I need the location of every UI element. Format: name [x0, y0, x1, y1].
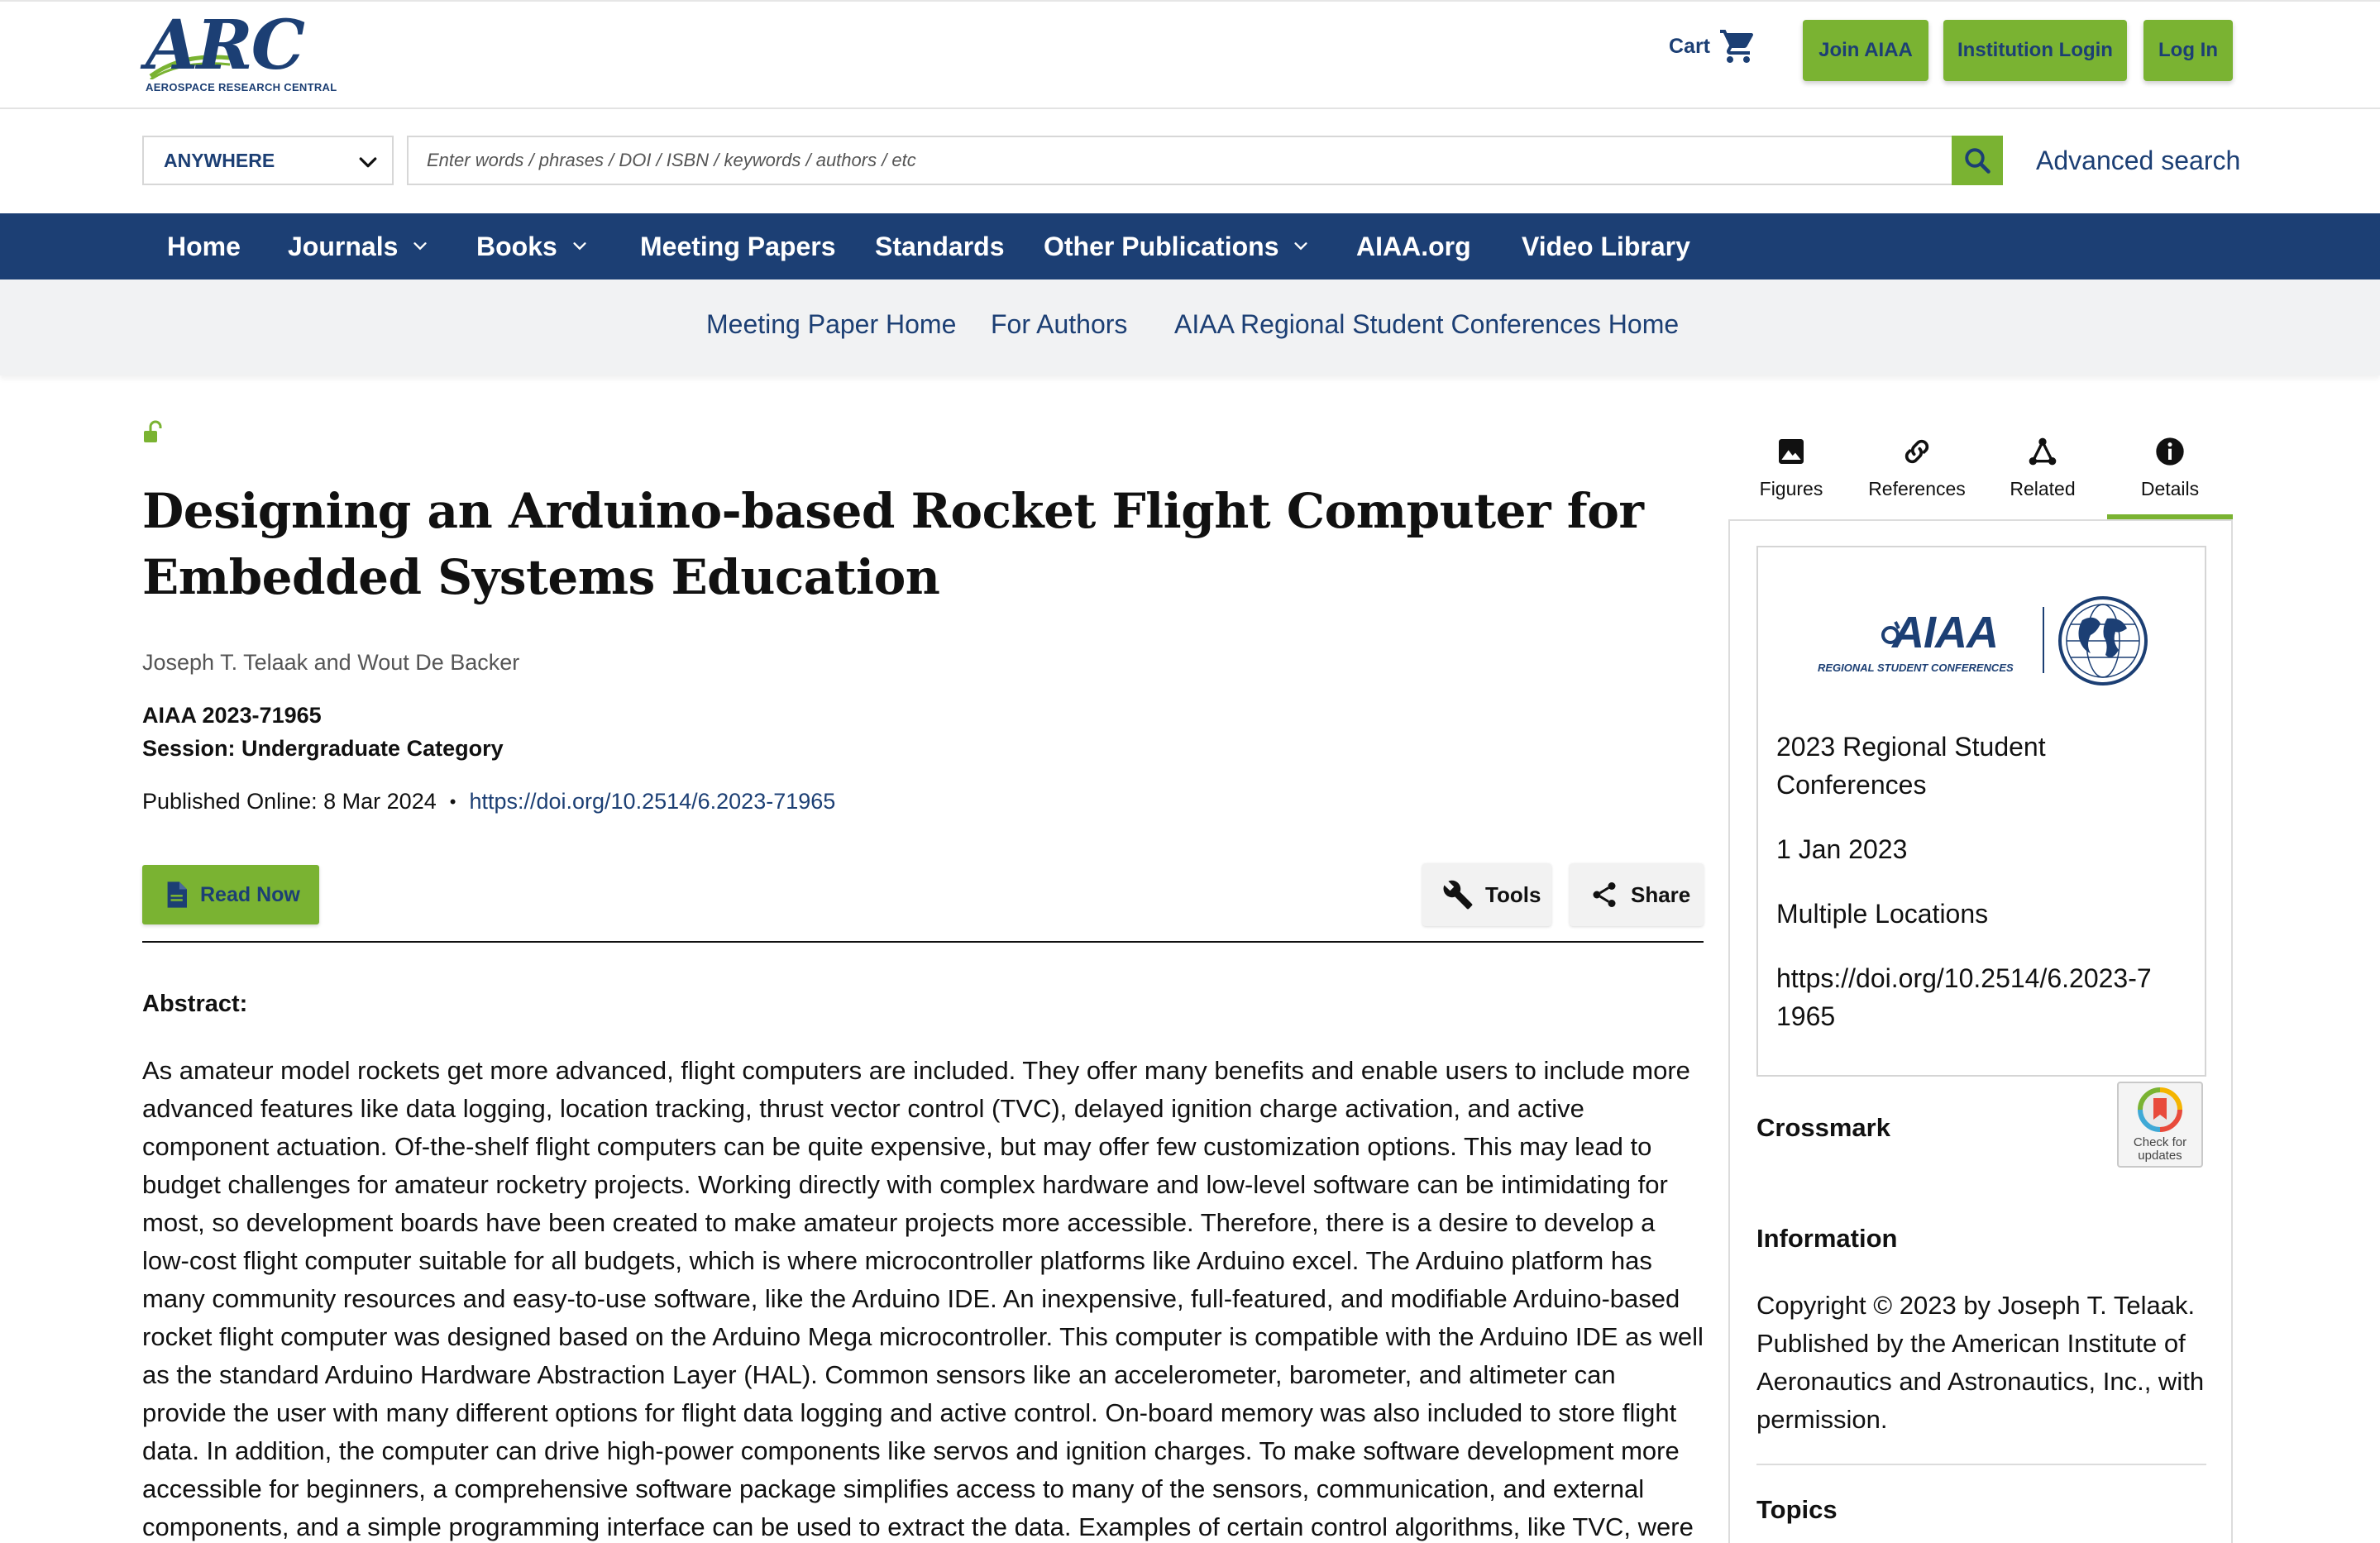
information-text: Copyright © 2023 by Joseph T. Telaak. Pu…: [1756, 1291, 2205, 1434]
aiaa-logo-text: AIAA: [1892, 608, 1999, 657]
tools-button[interactable]: Tools: [1422, 863, 1551, 926]
logo-text: ARC: [146, 6, 305, 85]
tab-related[interactable]: Related: [1980, 428, 2105, 519]
article-title: Designing an Arduino-based Rocket Flight…: [142, 483, 1644, 605]
logo-divider: [2043, 607, 2044, 673]
main-nav: Home Journals Books Meeting Papers Stand…: [0, 213, 2380, 279]
conference-date: 1 Jan 2023: [1776, 834, 1908, 864]
top-header: ARC AEROSPACE RESEARCH CENTRAL Cart Join…: [0, 0, 2380, 109]
conference-details-card: AIAA REGIONAL STUDENT CONFERENCES 2023 R…: [1756, 546, 2206, 1077]
share-label: Share: [1631, 881, 1691, 907]
sidebar-tabs: Figures References Related Details: [1728, 428, 2233, 519]
tab-label: Related: [2010, 478, 2076, 499]
nav-item-label: Meeting Papers: [640, 231, 836, 261]
published-date: Published Online: 8 Mar 2024: [142, 789, 437, 814]
share-icon: [1593, 882, 1616, 907]
link-icon: [1904, 439, 1929, 464]
nav-item-label: Journals: [288, 231, 399, 261]
crossmark-badge[interactable]: Check for updates: [2117, 1082, 2203, 1168]
cart-label: Cart: [1669, 34, 1711, 58]
read-now-button[interactable]: Read Now: [142, 865, 319, 924]
nav-item-aiaa-org[interactable]: AIAA.org: [1356, 213, 1471, 279]
search-input-wrap: [407, 136, 1953, 185]
nav-item-label: Other Publications: [1044, 231, 1279, 261]
tools-label: Tools: [1485, 881, 1541, 907]
chevron-down-icon: [413, 242, 427, 251]
join-aiaa-button[interactable]: Join AIAA: [1803, 20, 1928, 81]
subnav-meeting-paper-home[interactable]: Meeting Paper Home: [706, 309, 956, 340]
tab-figures[interactable]: Figures: [1728, 428, 1854, 519]
conference-location: Multiple Locations: [1776, 899, 1989, 929]
conference-logo: AIAA REGIONAL STUDENT CONFERENCES: [1818, 595, 2165, 686]
publication-line: Published Online: 8 Mar 2024 • https://d…: [142, 789, 835, 814]
network-icon: [2029, 437, 2057, 466]
tab-details[interactable]: Details: [2107, 428, 2233, 519]
tab-label: Figures: [1759, 478, 1823, 499]
read-now-label: Read Now: [200, 882, 300, 906]
wrench-icon: [1443, 880, 1473, 910]
search-row: ANYWHERE Advanced search: [0, 109, 2380, 213]
search-scope-select[interactable]: ANYWHERE: [142, 136, 394, 185]
information-divider: [1756, 1464, 2206, 1465]
article-authors[interactable]: Joseph T. Telaak and Wout De Backer: [142, 650, 519, 676]
cart-link[interactable]: Cart: [1669, 26, 1758, 66]
search-icon: [1965, 148, 1991, 174]
open-access-lock-icon: [144, 420, 162, 442]
nav-item-label: Video Library: [1522, 231, 1690, 261]
topics-heading: Topics: [1756, 1495, 1838, 1524]
nav-item-video-library[interactable]: Video Library: [1522, 213, 1690, 279]
article-divider: [142, 941, 1704, 943]
search-scope-value: ANYWHERE: [164, 149, 275, 171]
advanced-search-link[interactable]: Advanced search: [2036, 146, 2240, 176]
conference-doi[interactable]: https://doi.org/10.2514/6.2023-71965: [1776, 959, 2165, 1035]
subnav-for-authors[interactable]: For Authors: [991, 309, 1127, 340]
nav-item-label: Books: [476, 231, 557, 261]
nav-item-label: Standards: [875, 231, 1005, 261]
institution-login-button[interactable]: Institution Login: [1943, 20, 2127, 81]
doi-link[interactable]: https://doi.org/10.2514/6.2023-71965: [469, 789, 835, 814]
abstract-heading: Abstract:: [142, 991, 248, 1017]
chevron-down-icon: [359, 157, 377, 168]
aiaa-logo-subtitle: REGIONAL STUDENT CONFERENCES: [1818, 662, 2014, 674]
cart-icon: [1720, 30, 1754, 63]
chevron-down-icon: [1294, 242, 1308, 251]
nav-item-label: Home: [167, 231, 241, 261]
tab-label: References: [1868, 478, 1966, 499]
nav-item-other-publications[interactable]: Other Publications: [1044, 213, 1310, 279]
tab-label: Details: [2140, 478, 2200, 499]
nav-item-books[interactable]: Books: [476, 213, 589, 279]
bullet-separator: •: [449, 791, 456, 812]
nav-item-label: AIAA.org: [1356, 231, 1471, 261]
crossmark-icon: [2138, 1087, 2182, 1132]
logo-subtitle: AEROSPACE RESEARCH CENTRAL: [146, 81, 337, 93]
log-in-button[interactable]: Log In: [2143, 20, 2233, 81]
search-input[interactable]: [409, 137, 1953, 184]
share-button[interactable]: Share: [1570, 863, 1704, 926]
arc-logo[interactable]: ARC AEROSPACE RESEARCH CENTRAL: [146, 6, 337, 93]
chevron-down-icon: [573, 242, 586, 251]
crossmark-label: Crossmark: [1756, 1113, 1890, 1142]
search-button[interactable]: [1952, 136, 2003, 185]
abstract-text: As amateur model rockets get more advanc…: [142, 1056, 1704, 1541]
subnav-regional-conferences-home[interactable]: AIAA Regional Student Conferences Home: [1174, 309, 1679, 340]
globe-icon: [2058, 596, 2148, 686]
document-icon: [167, 881, 187, 908]
info-icon: [2156, 437, 2184, 466]
sub-nav: Meeting Paper Home For Authors AIAA Regi…: [0, 279, 2380, 375]
nav-item-home[interactable]: Home: [167, 213, 241, 279]
tab-references[interactable]: References: [1854, 428, 1980, 519]
paper-session: Session: Undergraduate Category: [142, 736, 504, 761]
crossmark-badge-text: Check for updates: [2133, 1135, 2187, 1163]
image-icon: [1779, 439, 1804, 464]
nav-item-standards[interactable]: Standards: [875, 213, 1004, 279]
nav-item-meeting-papers[interactable]: Meeting Papers: [640, 213, 836, 279]
conference-name: 2023 Regional Student Conferences: [1776, 732, 2046, 800]
information-heading: Information: [1756, 1224, 1898, 1253]
nav-item-journals[interactable]: Journals: [288, 213, 429, 279]
paper-id: AIAA 2023-71965: [142, 703, 322, 728]
